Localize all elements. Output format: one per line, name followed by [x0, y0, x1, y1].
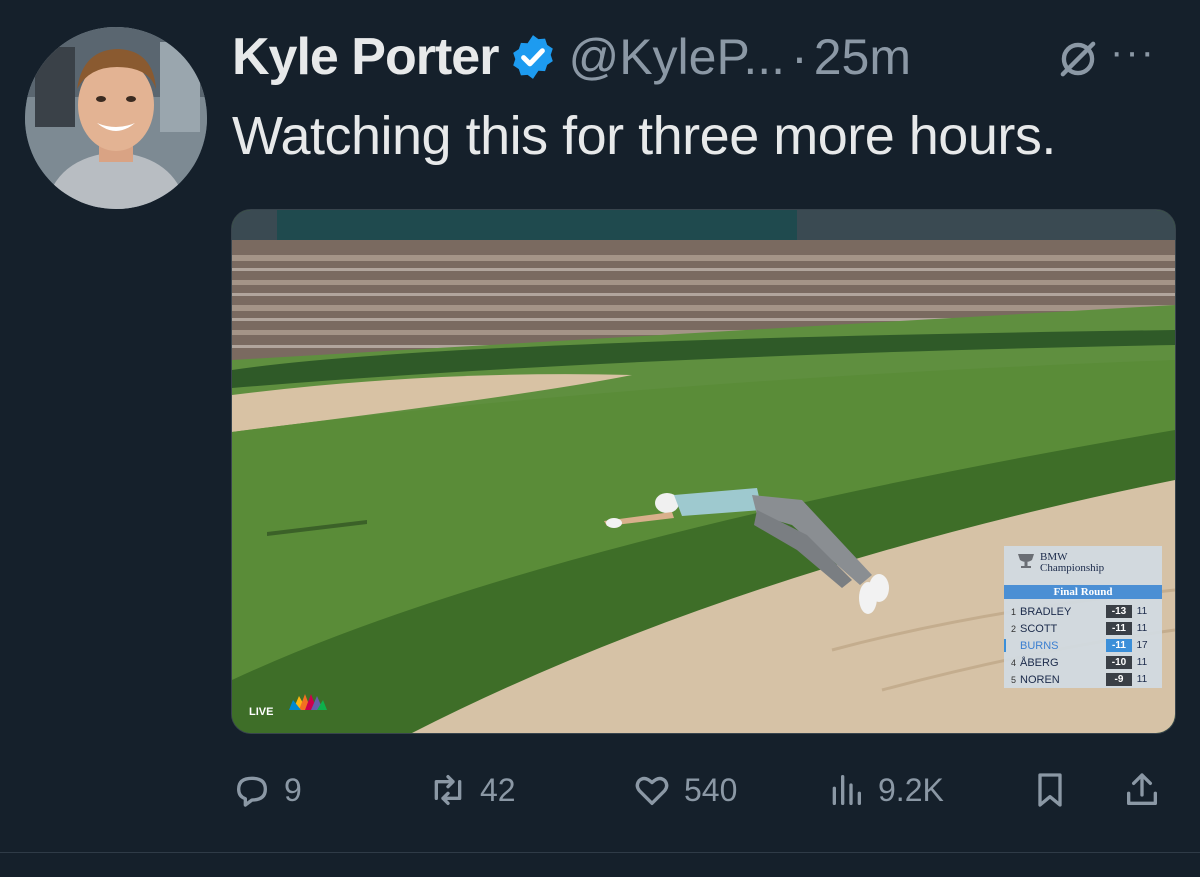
repost-button[interactable]: 42 [428, 760, 516, 820]
reply-count: 9 [284, 771, 302, 808]
trophy-icon [1018, 554, 1034, 568]
scoreboard-row: 5 NOREN -9 11 [1004, 671, 1162, 688]
player-name: NOREN [1020, 673, 1060, 686]
tweet-media[interactable]: LIVE BMW Championship Final Round 1 BRAD… [231, 209, 1176, 734]
scoreboard-overlay: BMW Championship Final Round 1 BRADLEY -… [1004, 546, 1162, 688]
avatar-photo [25, 27, 207, 209]
scoreboard-row: 2 SCOTT -11 11 [1004, 620, 1162, 637]
player-score: -13 [1106, 605, 1132, 618]
repost-count: 42 [480, 771, 516, 808]
views-count: 9.2K [878, 771, 944, 808]
reply-button[interactable]: 9 [232, 760, 302, 820]
player-position: 4 [1010, 657, 1016, 668]
tweet-actions: 9 42 540 9.2K [0, 760, 1200, 820]
player-thru: 11 [1136, 657, 1148, 668]
scoreboard-round: Final Round [1004, 585, 1162, 599]
player-score: -11 [1106, 622, 1132, 635]
views-button[interactable]: 9.2K [826, 760, 944, 820]
player-position: 1 [1010, 606, 1016, 617]
scoreboard-title-line2: Championship [1040, 562, 1105, 574]
player-thru: 11 [1136, 674, 1148, 685]
like-button[interactable]: 540 [632, 760, 737, 820]
scoreboard-rows: 1 BRADLEY -13 11 2 SCOTT -11 11 BURNS -1… [1004, 603, 1162, 688]
player-score: -11 [1106, 639, 1132, 652]
player-score: -10 [1106, 656, 1132, 669]
player-position: 5 [1010, 674, 1016, 685]
bookmark-button[interactable] [1030, 760, 1082, 820]
grok-icon[interactable] [1052, 33, 1104, 85]
player-name: ÅBERG [1020, 656, 1059, 669]
live-label: LIVE [249, 706, 274, 718]
more-options-icon[interactable]: ··· [1110, 30, 1156, 75]
scoreboard-row: 1 BRADLEY -13 11 [1004, 603, 1162, 620]
scoreboard-title: BMW Championship [1040, 552, 1104, 574]
player-name: BURNS [1020, 639, 1059, 652]
player-thru: 11 [1136, 606, 1148, 617]
scoreboard-row-highlighted: BURNS -11 17 [1004, 637, 1162, 654]
player-thru: 11 [1136, 623, 1148, 634]
author-avatar[interactable] [25, 27, 207, 209]
author-handle[interactable]: @KyleP... [568, 28, 785, 86]
player-score: -9 [1106, 673, 1132, 686]
player-name: BRADLEY [1020, 605, 1072, 618]
share-button[interactable] [1122, 760, 1174, 820]
bookmark-icon [1038, 773, 1062, 807]
player-name: SCOTT [1020, 622, 1058, 635]
player-thru: 17 [1136, 640, 1148, 651]
tweet-header: Kyle Porter @KyleP... · 25m [232, 22, 911, 92]
like-count: 540 [684, 771, 738, 808]
author-name[interactable]: Kyle Porter [232, 27, 499, 87]
scoreboard-row: 4 ÅBERG -10 11 [1004, 654, 1162, 671]
player-position: 2 [1010, 623, 1016, 634]
repost-icon [434, 775, 462, 805]
share-icon [1127, 773, 1157, 805]
views-chart-icon [832, 775, 861, 805]
tweet-divider [0, 852, 1200, 853]
verified-badge-icon[interactable] [508, 32, 558, 82]
reply-icon [237, 776, 267, 807]
heart-icon [635, 776, 669, 805]
tweet-timestamp[interactable]: 25m [814, 28, 911, 86]
tweet-text: Watching this for three more hours. [232, 106, 1056, 166]
separator-dot: · [791, 29, 808, 85]
